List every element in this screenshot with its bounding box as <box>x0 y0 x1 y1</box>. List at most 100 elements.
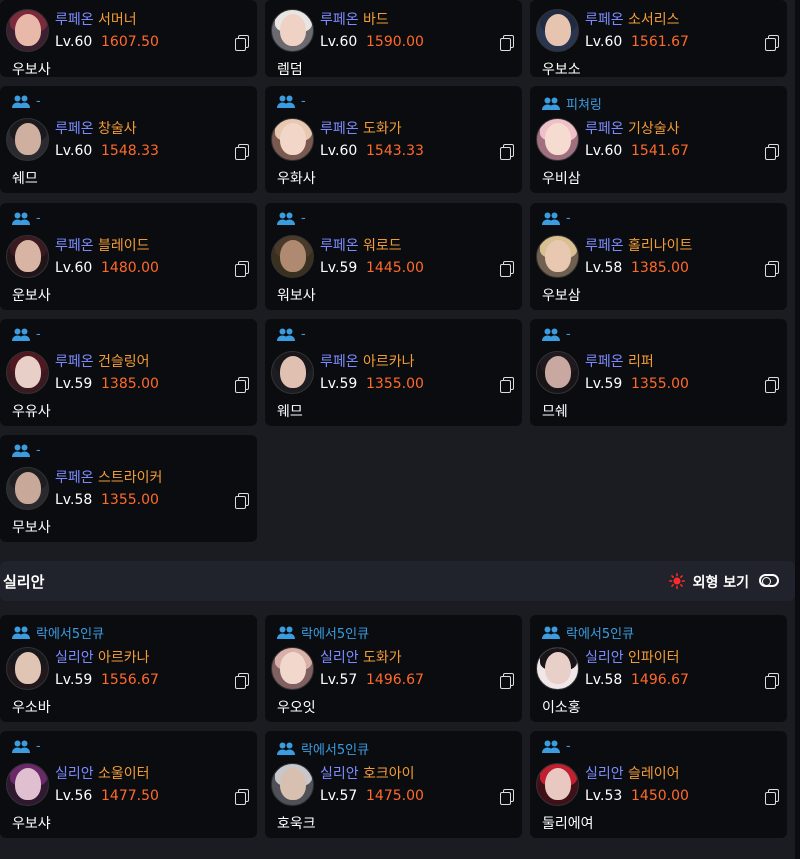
character-card[interactable]: 루페온 소서리스 Lv.60 1561.67 우보소 <box>530 0 787 77</box>
guild-name: - <box>566 211 571 226</box>
copy-icon-front <box>235 38 246 51</box>
character-level: Lv.60 <box>320 143 358 159</box>
item-level: 1496.67 <box>631 672 689 688</box>
avatar <box>6 118 49 161</box>
character-card[interactable]: - 루페온 창술사 Lv.60 1548.33 쉐므 <box>0 86 257 193</box>
character-card[interactable]: - 루페온 홀리나이트 Lv.58 1385.00 우보삼 <box>530 203 787 310</box>
server-name: 루페온 <box>320 238 359 254</box>
character-card[interactable]: - 루페온 도화가 Lv.60 1543.33 우화사 <box>265 86 522 193</box>
server-name: 루페온 <box>55 12 94 28</box>
class-name: 서머너 <box>98 12 137 28</box>
item-level: 1590.00 <box>366 34 424 50</box>
copy-icon-front <box>765 380 776 393</box>
character-card[interactable]: 락에서5인큐 실리안 아르카나 Lv.59 1556.67 우소바 <box>0 615 257 722</box>
class-name: 소울이터 <box>98 766 150 782</box>
character-card[interactable]: - 루페온 건슬링어 Lv.59 1385.00 우유사 <box>0 319 257 426</box>
copy-icon[interactable] <box>765 261 779 277</box>
guild-name: - <box>301 94 306 109</box>
server-name: 루페온 <box>320 12 359 28</box>
copy-icon[interactable] <box>765 673 779 689</box>
avatar <box>6 467 49 510</box>
copy-icon[interactable] <box>235 493 249 509</box>
copy-icon[interactable] <box>765 35 779 51</box>
server-header-silian: 실리안 외형 보기 <box>0 561 795 601</box>
character-card[interactable]: 루페온 서머너 Lv.60 1607.50 우보사 <box>0 0 257 77</box>
server-name: 루페온 <box>55 470 94 486</box>
server-name: 실리안 <box>585 766 624 782</box>
copy-icon[interactable] <box>500 144 514 160</box>
copy-icon[interactable] <box>235 144 249 160</box>
class-name: 슬레이어 <box>628 766 680 782</box>
character-card[interactable]: - 루페온 리퍼 Lv.59 1355.00 므쉐 <box>530 319 787 426</box>
character-card[interactable]: 락에서5인큐 실리안 호크아이 Lv.57 1475.00 호욱크 <box>265 731 522 838</box>
copy-icon[interactable] <box>235 261 249 277</box>
class-name: 스트라이커 <box>98 470 163 486</box>
character-card[interactable]: 락에서5인큐 실리안 인파이터 Lv.58 1496.67 이소홍 <box>530 615 787 722</box>
toggle-icon[interactable] <box>759 574 779 587</box>
guild-name: - <box>36 739 41 754</box>
copy-icon-front <box>765 264 776 277</box>
server-name: 실리안 <box>320 650 359 666</box>
character-name: 우비삼 <box>542 171 581 187</box>
copy-icon[interactable] <box>235 35 249 51</box>
people-icon <box>542 97 560 110</box>
avatar <box>6 763 49 806</box>
character-level: Lv.60 <box>55 143 93 159</box>
guild-name: 락에서5인큐 <box>301 743 370 758</box>
character-level: Lv.58 <box>55 492 93 508</box>
server-name: 실리안 <box>55 650 94 666</box>
copy-icon[interactable] <box>235 789 249 805</box>
copy-icon-front <box>500 792 511 805</box>
character-level: Lv.58 <box>585 260 623 276</box>
copy-icon-front <box>500 38 511 51</box>
character-card[interactable]: 루페온 바드 Lv.60 1590.00 렘덤 <box>265 0 522 77</box>
character-level: Lv.58 <box>585 672 623 688</box>
server-name: 실리안 <box>55 766 94 782</box>
character-card[interactable]: - 루페온 블레이드 Lv.60 1480.00 운보사 <box>0 203 257 310</box>
guild-name: - <box>566 739 571 754</box>
copy-icon[interactable] <box>765 144 779 160</box>
copy-icon[interactable] <box>765 789 779 805</box>
avatar <box>536 118 579 161</box>
copy-icon[interactable] <box>500 261 514 277</box>
copy-icon-front <box>500 676 511 689</box>
character-card[interactable]: - 루페온 워로드 Lv.59 1445.00 워보사 <box>265 203 522 310</box>
character-name: 둘리에여 <box>542 816 594 832</box>
class-name: 도화가 <box>363 650 402 666</box>
guild-name: 락에서5인큐 <box>301 627 370 642</box>
copy-icon-front <box>235 147 246 160</box>
avatar <box>536 647 579 690</box>
copy-icon[interactable] <box>500 789 514 805</box>
avatar <box>536 351 579 394</box>
copy-icon-front <box>500 147 511 160</box>
avatar-face <box>15 14 41 46</box>
character-card[interactable]: 락에서5인큐 실리안 도화가 Lv.57 1496.67 우오잇 <box>265 615 522 722</box>
guild-name: - <box>566 327 571 342</box>
copy-icon[interactable] <box>500 673 514 689</box>
copy-icon[interactable] <box>765 377 779 393</box>
copy-icon[interactable] <box>500 377 514 393</box>
appearance-view-label[interactable]: 외형 보기 <box>693 572 749 592</box>
character-card[interactable]: 피쳐링 루페온 기상술사 Lv.60 1541.67 우비삼 <box>530 86 787 193</box>
character-card[interactable]: - 실리안 소울이터 Lv.56 1477.50 우보샤 <box>0 731 257 838</box>
guild-row: 피쳐링 <box>542 94 602 113</box>
character-card[interactable]: - 루페온 스트라이커 Lv.58 1355.00 무보사 <box>0 435 257 542</box>
character-card[interactable]: - 실리안 슬레이어 Lv.53 1450.00 둘리에여 <box>530 731 787 838</box>
item-level: 1561.67 <box>631 34 689 50</box>
character-level: Lv.60 <box>55 34 93 50</box>
class-name: 기상술사 <box>628 121 680 137</box>
scrollbar[interactable] <box>795 0 800 859</box>
copy-icon[interactable] <box>235 377 249 393</box>
copy-icon[interactable] <box>500 35 514 51</box>
copy-icon[interactable] <box>235 673 249 689</box>
avatar-face <box>280 356 306 388</box>
people-icon <box>277 328 295 341</box>
character-card[interactable]: - 루페온 아르카나 Lv.59 1355.00 웨므 <box>265 319 522 426</box>
people-icon <box>277 212 295 225</box>
server-name: 실리안 <box>585 650 624 666</box>
character-name: 무보사 <box>12 520 51 536</box>
avatar-face <box>15 123 41 155</box>
avatar <box>271 235 314 278</box>
people-icon <box>12 212 30 225</box>
guild-row: 락에서5인큐 <box>542 623 634 642</box>
